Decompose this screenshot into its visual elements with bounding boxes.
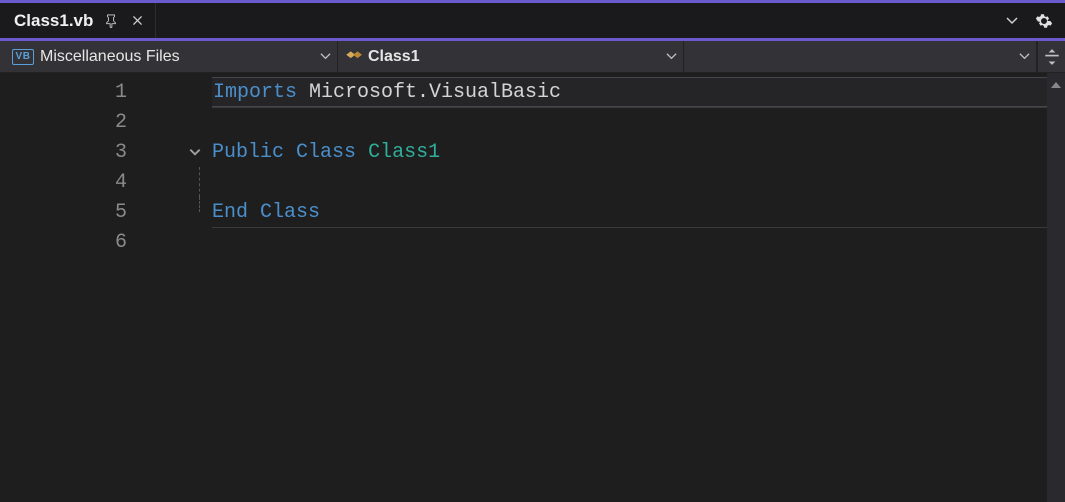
token-namespace: Microsoft.VisualBasic — [297, 81, 561, 104]
line-separator — [212, 107, 1047, 108]
code-line: End Class — [212, 197, 1047, 227]
code-line — [212, 227, 1047, 257]
member-dropdown[interactable] — [684, 41, 1037, 72]
scope-dropdown[interactable]: VB Miscellaneous Files — [6, 41, 338, 72]
fold-chevron-icon[interactable] — [188, 145, 202, 159]
token-keyword: Class — [260, 201, 320, 224]
token-keyword: End — [212, 201, 248, 224]
line-number: 5 — [0, 201, 133, 224]
code-line — [212, 107, 1047, 137]
editor-area: 1 2 3 4 5 6 Imports Microsoft.VisualBa — [0, 73, 1065, 502]
line-number: 4 — [0, 171, 133, 194]
editor-window: Class1.vb VB Miscellaneous Files — [0, 0, 1065, 502]
fold-gutter — [150, 73, 212, 502]
class-label: Class1 — [368, 48, 420, 66]
line-number: 1 — [0, 81, 133, 104]
chevron-down-icon — [666, 51, 677, 62]
close-icon[interactable] — [129, 13, 145, 29]
tab-bar: Class1.vb — [0, 3, 1065, 41]
line-number: 3 — [0, 141, 133, 164]
scope-label: Miscellaneous Files — [40, 48, 180, 66]
fold-guide — [199, 167, 200, 197]
code-line: Imports Microsoft.VisualBasic — [212, 77, 1047, 107]
token-keyword: Class — [296, 141, 356, 164]
code-line — [212, 167, 1047, 197]
tab-bar-right — [1001, 3, 1065, 38]
gear-icon[interactable] — [1033, 10, 1055, 32]
dropdown-icon[interactable] — [1001, 10, 1023, 32]
line-number-gutter: 1 2 3 4 5 6 — [0, 73, 150, 502]
chevron-down-icon — [320, 51, 331, 62]
file-tab[interactable]: Class1.vb — [0, 3, 156, 38]
code-text-area[interactable]: Imports Microsoft.VisualBasic Public Cla… — [212, 73, 1047, 502]
pin-icon[interactable] — [103, 13, 119, 29]
line-number: 2 — [0, 111, 133, 134]
token-type: Class1 — [368, 141, 440, 164]
line-separator — [212, 227, 1047, 228]
chevron-down-icon — [1019, 51, 1030, 62]
line-number: 6 — [0, 231, 133, 254]
class-icon — [344, 48, 362, 66]
scroll-up-icon[interactable] — [1050, 79, 1062, 91]
vb-badge-icon: VB — [12, 49, 34, 65]
class-dropdown[interactable]: Class1 — [338, 41, 684, 72]
tab-spacer — [156, 3, 1001, 38]
token-keyword: Public — [212, 141, 284, 164]
code-line: Public Class Class1 — [212, 137, 1047, 167]
navigation-bar: VB Miscellaneous Files Class1 — [0, 41, 1065, 73]
split-editor-button[interactable] — [1037, 41, 1065, 72]
fold-guide — [199, 197, 200, 212]
vertical-scrollbar[interactable] — [1047, 73, 1065, 502]
tab-title: Class1.vb — [14, 11, 93, 31]
token-keyword: Imports — [213, 81, 297, 104]
